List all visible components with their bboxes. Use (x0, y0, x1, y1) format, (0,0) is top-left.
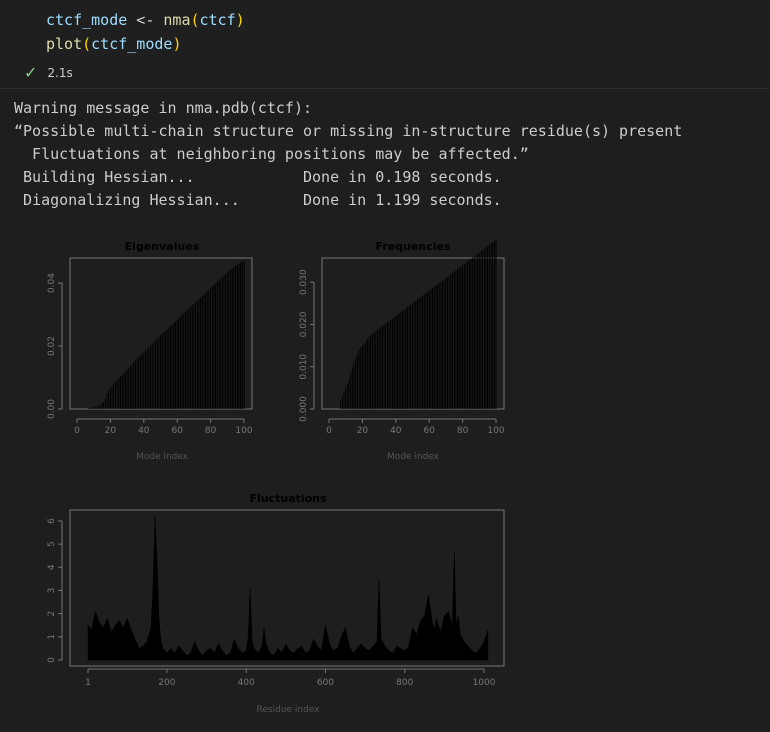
fluctuations-y-tick-label: 6 (47, 518, 57, 524)
code-token-operator: <- (127, 11, 164, 29)
fluctuations-y-tick-label: 0 (47, 657, 57, 663)
eigenvalues-x-tick-label: 0 (74, 426, 80, 436)
code-token-argument: ctcf (199, 11, 236, 29)
cell-output: Warning message in nma.pdb(ctcf): “Possi… (0, 89, 770, 732)
frequencies-y-tick-label: 0.030 (299, 269, 309, 295)
eigenvalues-x-tick-label: 20 (105, 426, 117, 436)
frequencies-x-tick-label: 20 (357, 426, 369, 436)
frequencies-x-tick-label: 60 (423, 426, 435, 436)
eigenvalues-x-tick-label: 100 (235, 426, 252, 436)
frequencies-x-tick-label: 40 (390, 426, 402, 436)
code-token-paren-close: ) (235, 11, 245, 29)
fluctuations-y-tick-label: 4 (47, 564, 57, 570)
frequencies-xlabel: Mode index (387, 452, 440, 462)
fluctuations-y-tick-label: 3 (47, 588, 57, 594)
fluctuations-y-tick-label: 2 (47, 611, 57, 617)
fluctuations-y-tick-label: 1 (47, 634, 57, 640)
frequencies-title: Frequencies (376, 240, 451, 253)
eigenvalues-y-tick-label: 0.02 (47, 336, 57, 356)
eigenvalues-y-tick-label: 0.04 (47, 273, 57, 293)
code-cell[interactable]: ctcf_mode <- nma(ctcf) plot(ctcf_mode) ✓… (0, 0, 770, 89)
fluctuations-y-tick-label: 5 (47, 541, 57, 547)
eigenvalues-x-tick-label: 60 (171, 426, 183, 436)
eigenvalues-xlabel: Mode index (136, 452, 189, 462)
execution-time: 2.1s (47, 66, 73, 80)
code-token-paren-close: ) (172, 35, 182, 53)
code-token-argument: ctcf_mode (91, 35, 173, 53)
fluctuations-x-tick-label: 200 (158, 678, 175, 688)
fluctuations-x-tick-label: 400 (238, 678, 255, 688)
execution-status: ✓ 2.1s (24, 63, 73, 83)
frequencies-y-tick-label: 0.020 (299, 311, 309, 337)
frequencies-x-tick-label: 100 (487, 426, 504, 436)
code-token-function: nma (163, 11, 191, 29)
frequencies-x-tick-label: 80 (457, 426, 469, 436)
frequencies-y-tick-label: 0.010 (299, 354, 309, 380)
code-token-variable: ctcf_mode (46, 11, 128, 29)
nma-plots: Eigenvalues 0 20 40 60 80 1000.000.020.04 Mod… (47, 239, 505, 715)
eigenvalues-x-tick-label: 40 (138, 426, 150, 436)
eigenvalues-y-tick-label: 0.00 (47, 399, 57, 419)
frequencies-x-tick-label: 0 (326, 426, 332, 436)
fluctuations-title: Fluctuations (249, 492, 327, 505)
code-token-paren-open: ( (82, 35, 92, 53)
fluctuations-x-tick-label: 1000 (473, 678, 496, 688)
fluctuations-xlabel: Residue index (256, 705, 320, 715)
frequencies-y-tick-label: 0.000 (299, 396, 309, 422)
code-line-2[interactable]: plot(ctcf_mode) (46, 33, 181, 55)
fluctuations-x-tick-label: 600 (317, 678, 334, 688)
eigenvalues-title: Eigenvalues (125, 240, 200, 253)
code-token-function: plot (46, 35, 83, 53)
code-token-paren-open: ( (190, 11, 200, 29)
checkmark-icon: ✓ (24, 63, 38, 82)
fluctuations-x-tick-label: 1 (85, 678, 91, 688)
eigenvalues-x-tick-label: 80 (205, 426, 217, 436)
fluctuations-area (87, 516, 489, 661)
code-line-1[interactable]: ctcf_mode <- nma(ctcf) (46, 9, 245, 31)
fluctuations-x-tick-label: 800 (396, 678, 413, 688)
